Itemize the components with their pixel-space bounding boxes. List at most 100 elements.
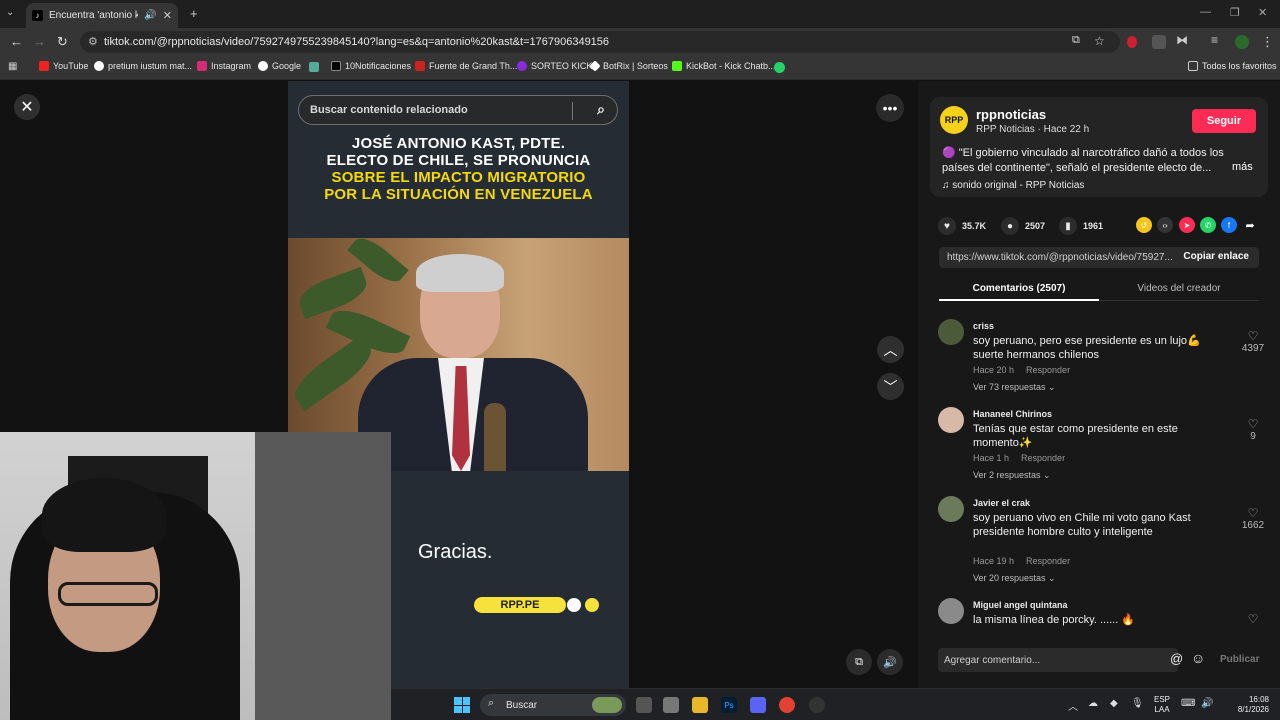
repost-icon[interactable]: ↺ <box>1136 217 1152 233</box>
task-view-icon[interactable] <box>636 697 652 713</box>
comment-like[interactable]: ♡ <box>1238 612 1268 626</box>
picture-in-picture-button[interactable]: ⧉ <box>846 649 872 675</box>
volume-button[interactable]: 🔊 <box>877 649 903 675</box>
bookmark-instagram[interactable]: Instagram <box>197 61 251 71</box>
send-icon[interactable]: ➤ <box>1179 217 1195 233</box>
like-stat[interactable]: ♥ 35.7K <box>938 217 986 235</box>
site-info-icon[interactable]: ⚙ <box>88 35 98 48</box>
commenter-avatar[interactable] <box>938 407 964 433</box>
app-icon[interactable] <box>809 697 825 713</box>
audio-icon[interactable]: 🔊 <box>144 10 156 21</box>
view-replies-button[interactable]: Ver 20 respuestas ⌄ <box>973 573 1056 584</box>
menu-icon[interactable]: ⋮ <box>1261 34 1274 50</box>
photoshop-icon[interactable]: Ps <box>721 697 737 713</box>
extension-red-icon[interactable] <box>1127 36 1137 48</box>
commenter-avatar[interactable] <box>938 496 964 522</box>
tray-expand-icon[interactable]: ︿ <box>1068 698 1078 713</box>
reply-button[interactable]: Responder <box>1026 556 1070 566</box>
bookmark-google[interactable]: Google <box>258 61 301 71</box>
bookmark-youtube[interactable]: YouTube <box>39 61 88 71</box>
add-comment-input[interactable]: Agregar comentario... <box>938 648 1178 672</box>
back-icon[interactable]: ← <box>10 34 23 49</box>
app-icon[interactable] <box>663 697 679 713</box>
url-bar[interactable]: ⚙ tiktok.com/@rppnoticias/video/75927497… <box>80 31 1120 53</box>
comment-like[interactable]: ♡ 1662 <box>1238 506 1268 531</box>
volume-tray-icon[interactable]: 🔊 <box>1201 698 1213 709</box>
view-replies-button[interactable]: Ver 2 respuestas ⌄ <box>973 470 1051 481</box>
whatsapp-bookmark-icon[interactable] <box>774 62 785 73</box>
commenter-name[interactable]: Miguel angel quintana <box>973 600 1068 610</box>
music-link[interactable]: ♫ sonido original - RPP Noticias <box>942 180 1084 191</box>
install-icon[interactable]: ⧉ <box>1072 34 1080 47</box>
restore-icon[interactable]: ❐ <box>1230 6 1240 19</box>
reply-button[interactable]: Responder <box>1021 453 1065 463</box>
share-arrow-icon[interactable]: ➦ <box>1242 217 1258 233</box>
reload-icon[interactable]: ↻ <box>57 34 68 50</box>
language-indicator[interactable]: ESP LAA <box>1154 695 1170 715</box>
apps-grid-icon[interactable]: ▦ <box>8 61 17 72</box>
next-video-button[interactable]: ﹀ <box>877 373 904 400</box>
network-icon[interactable]: ⌨ <box>1181 698 1195 709</box>
comment-stat[interactable]: ● 2507 <box>1001 217 1045 235</box>
tab-creator-videos[interactable]: Videos del creador <box>1099 283 1259 294</box>
more-options-button[interactable]: ••• <box>876 94 904 122</box>
related-search-input[interactable]: Buscar contenido relacionado ⌕ <box>298 95 618 125</box>
browser-tab[interactable]: ♪ Encuentra 'antonio kast' en 🔊 ✕ <box>26 3 178 28</box>
bookmark-sorteo-kick[interactable]: SORTEO KICK <box>517 61 592 71</box>
save-stat[interactable]: ▮ 1961 <box>1059 217 1103 235</box>
comment-like[interactable]: ♡ 4397 <box>1238 329 1268 354</box>
emoji-icon[interactable]: ☺ <box>1191 650 1205 666</box>
close-video-button[interactable]: ✕ <box>14 94 40 120</box>
tab-close-icon[interactable]: ✕ <box>163 9 172 22</box>
follow-button[interactable]: Seguir <box>1192 109 1256 133</box>
comment-like[interactable]: ♡ 9 <box>1238 417 1268 442</box>
bookmark-pretium[interactable]: pretium iustum mat... <box>94 61 192 71</box>
search-icon[interactable]: ⌕ <box>597 101 605 118</box>
author-username[interactable]: rppnoticias <box>976 107 1046 122</box>
botrix-icon <box>589 60 601 72</box>
bookmark-star-icon[interactable]: ☆ <box>1094 34 1105 48</box>
file-explorer-icon[interactable] <box>692 697 708 713</box>
embed-icon[interactable]: ‹› <box>1157 217 1173 233</box>
commenter-name[interactable]: Javier el crak <box>973 498 1030 508</box>
view-replies-button[interactable]: Ver 73 respuestas ⌄ <box>973 382 1056 393</box>
chrome-icon[interactable] <box>779 697 795 713</box>
forward-icon[interactable]: → <box>33 34 46 49</box>
commenter-name[interactable]: Hananeel Chirinos <box>973 409 1052 419</box>
tray-app-icon[interactable]: ◆ <box>1110 698 1118 709</box>
mention-icon[interactable]: @ <box>1170 651 1183 666</box>
all-bookmarks[interactable]: Todos los favoritos <box>1188 61 1277 71</box>
window-close-icon[interactable]: ✕ <box>1258 6 1267 19</box>
whatsapp-icon[interactable]: ✆ <box>1200 217 1216 233</box>
windows-start-icon[interactable] <box>454 697 470 713</box>
author-avatar[interactable]: RPP <box>940 106 968 134</box>
commenter-name[interactable]: criss <box>973 321 994 331</box>
commenter-avatar[interactable] <box>938 598 964 624</box>
facebook-icon[interactable]: f <box>1221 217 1237 233</box>
new-tab-icon[interactable]: + <box>190 6 198 21</box>
extensions-puzzle-icon[interactable]: ⧓ <box>1176 33 1190 47</box>
bookmark-fuente-grand[interactable]: Fuente de Grand Th... <box>415 61 517 71</box>
bookmark-kickbot[interactable]: KickBot - Kick Chatb... <box>672 61 776 71</box>
clock[interactable]: 16:08 8/1/2026 <box>1229 695 1269 715</box>
commenter-avatar[interactable] <box>938 319 964 345</box>
tab-list-icon[interactable]: ⌄ <box>6 7 14 18</box>
minimize-icon[interactable]: — <box>1200 6 1211 18</box>
tab-comments[interactable]: Comentarios (2507) <box>939 283 1099 301</box>
extension-icon[interactable] <box>1152 35 1166 49</box>
previous-video-button[interactable]: ︿ <box>877 336 904 363</box>
share-link-field[interactable]: https://www.tiktok.com/@rppnoticias/vide… <box>939 247 1259 268</box>
bookmark-10notificaciones[interactable]: 10Notificaciones <box>331 61 411 71</box>
taskbar-search[interactable]: ⌕ Buscar <box>480 694 626 716</box>
bookmark-pinwheel-icon[interactable] <box>309 62 319 72</box>
reply-button[interactable]: Responder <box>1026 365 1070 375</box>
publish-button[interactable]: Publicar <box>1220 654 1259 665</box>
media-icon[interactable]: ≡ <box>1211 33 1225 47</box>
tray-app-icon[interactable]: ☁ <box>1088 698 1098 709</box>
copy-link-button[interactable]: Copiar enlace <box>1183 251 1249 262</box>
discord-icon[interactable] <box>750 697 766 713</box>
microphone-icon[interactable]: 🎙 <box>1131 698 1144 709</box>
bookmark-botrix[interactable]: BotRix | Sorteos <box>589 60 668 72</box>
profile-avatar[interactable] <box>1235 35 1249 49</box>
see-more-link[interactable]: más <box>1232 161 1253 173</box>
